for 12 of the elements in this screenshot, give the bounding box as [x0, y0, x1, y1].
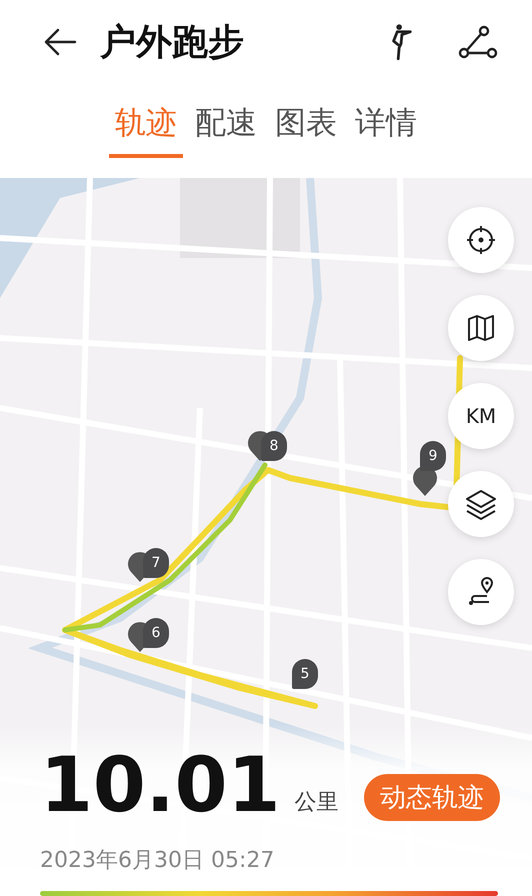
- distance-value: 10.01: [40, 747, 280, 823]
- distance-unit: 公里: [294, 789, 338, 817]
- back-icon[interactable]: [42, 27, 78, 57]
- locate-icon: [465, 224, 497, 256]
- tab[interactable]: 详情: [349, 102, 423, 158]
- tab[interactable]: 图表: [269, 102, 343, 158]
- share-nodes-icon[interactable]: [458, 25, 498, 59]
- tab[interactable]: 配速: [189, 102, 263, 158]
- page-title: 户外跑步: [100, 20, 244, 64]
- workout-date: 2023年6月30日 05:27: [40, 847, 276, 875]
- layers-icon: [464, 488, 498, 520]
- folded-map-icon: [465, 312, 497, 344]
